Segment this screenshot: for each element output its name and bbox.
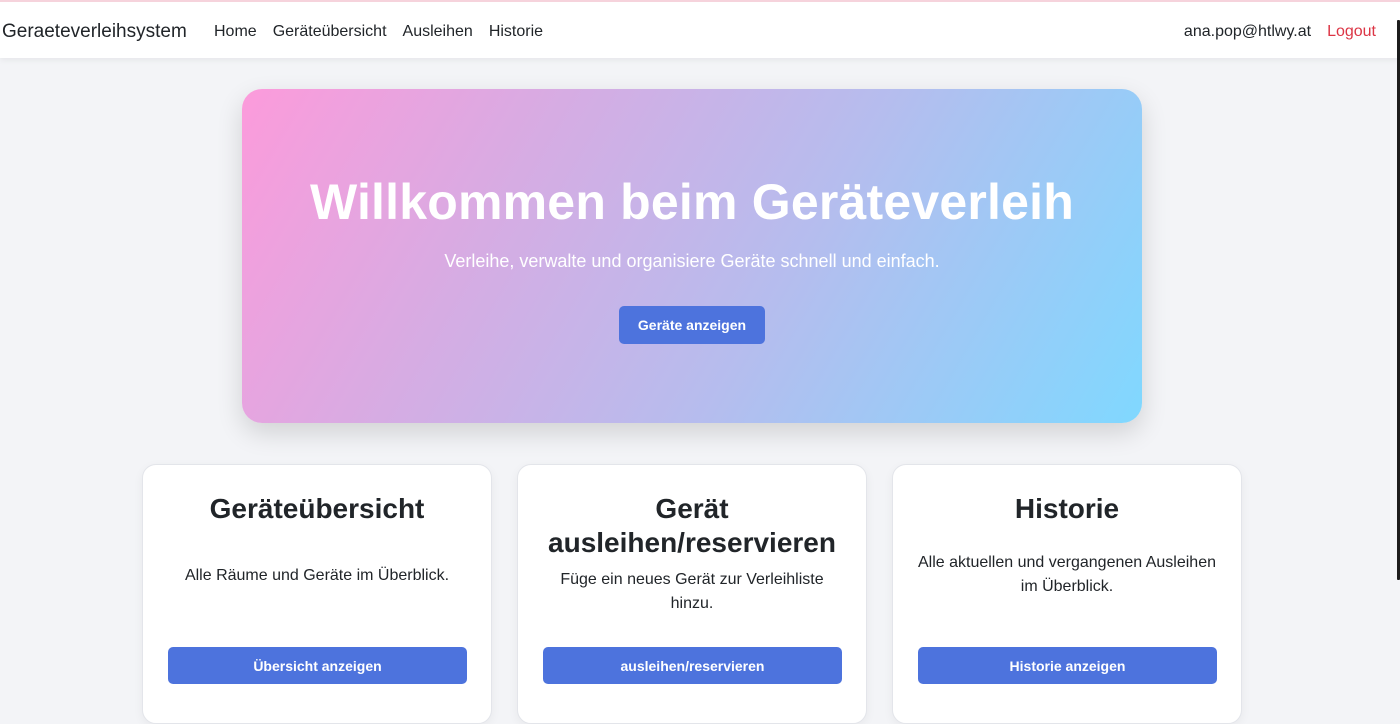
card-geraeteuebersicht: Geräteübersicht Alle Räume und Geräte im… (142, 464, 492, 724)
hero-title: Willkommen beim Geräteverleih (310, 174, 1074, 230)
nav-link-ausleihen[interactable]: Ausleihen (403, 23, 473, 41)
brand-link[interactable]: Geraeteverleihsystem (2, 21, 187, 43)
nav-link-home[interactable]: Home (214, 23, 257, 41)
card-text: Alle aktuellen und vergangenen Ausleihen… (917, 554, 1216, 595)
nav-links: Home Geräteübersicht Ausleihen Historie (214, 23, 543, 41)
show-devices-button[interactable]: Geräte anzeigen (619, 306, 765, 344)
hero-subtitle: Verleihe, verwalte und organisiere Gerät… (444, 251, 940, 271)
card-text: Alle Räume und Geräte im Überblick. (184, 567, 450, 584)
nav-link-historie[interactable]: Historie (489, 23, 543, 41)
card-title: Gerät ausleihen/reservieren (548, 493, 836, 558)
card-title: Historie (1014, 493, 1120, 524)
card-title: Geräteübersicht (209, 493, 425, 524)
navbar: Geraeteverleihsystem Home Geräteübersich… (0, 0, 1400, 58)
nav-link-geraeteuebersicht[interactable]: Geräteübersicht (273, 23, 387, 41)
hero-banner: Willkommen beim Geräteverleih Verleihe, … (242, 89, 1142, 423)
history-button[interactable]: Historie anzeigen (918, 647, 1217, 684)
overview-button[interactable]: Übersicht anzeigen (168, 647, 467, 684)
card-ausleihen: Gerät ausleihen/reservieren Füge ein neu… (517, 464, 867, 724)
card-historie: Historie Alle aktuellen und vergangenen … (892, 464, 1242, 724)
nav-user-area: ana.pop@htlwy.at Logout (1184, 23, 1376, 41)
borrow-reserve-button[interactable]: ausleihen/reservieren (543, 647, 842, 684)
user-email: ana.pop@htlwy.at (1183, 23, 1312, 40)
logout-link[interactable]: Logout (1327, 23, 1376, 41)
card-text: Füge ein neues Gerät zur Verleihliste hi… (560, 571, 824, 612)
